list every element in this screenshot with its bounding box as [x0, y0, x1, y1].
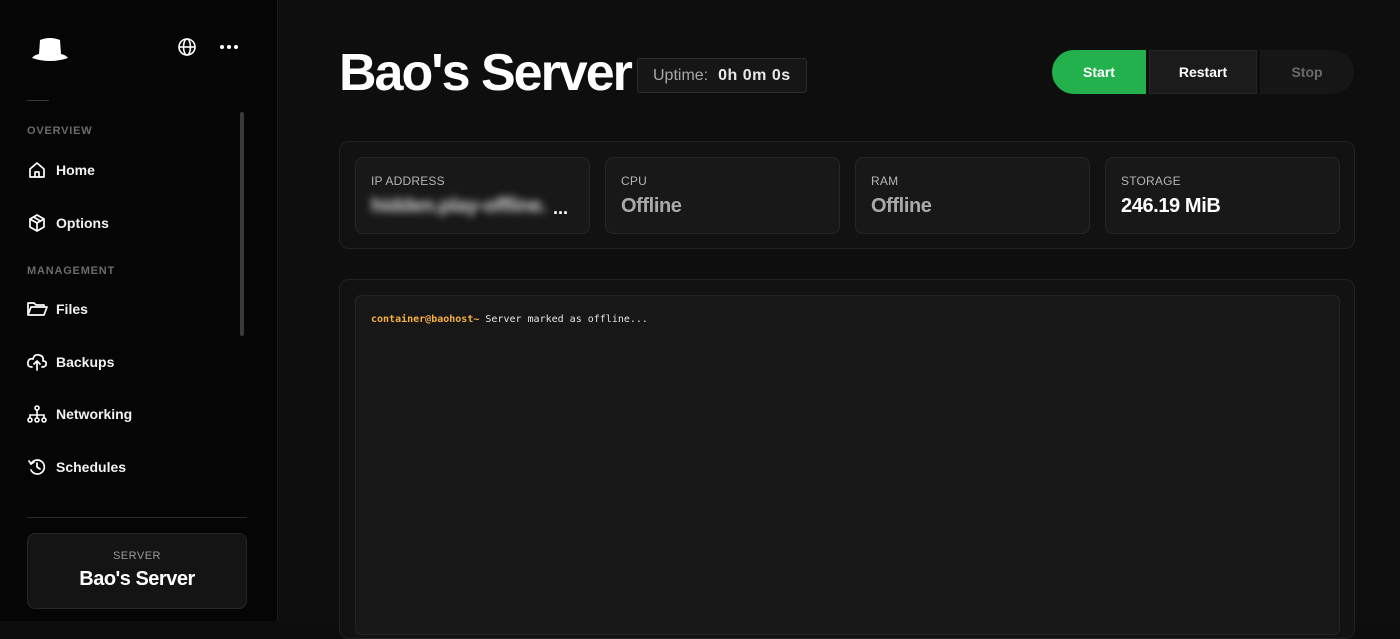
ellipsis: ... — [553, 198, 569, 218]
section-label-overview: OVERVIEW — [27, 125, 93, 137]
uptime-label: Uptime: — [653, 66, 709, 84]
stat-value: Offline — [621, 195, 682, 217]
clock-refresh-icon — [26, 456, 48, 478]
stat-value: 246.19 MiB — [1121, 195, 1221, 217]
power-controls: Start Restart Stop — [1052, 50, 1354, 94]
stat-label: RAM — [871, 174, 899, 188]
stat-label: CPU — [621, 174, 647, 188]
stat-label: IP ADDRESS — [371, 174, 445, 188]
network-icon — [26, 403, 48, 425]
sidebar-item-backups[interactable]: Backups — [26, 349, 226, 375]
globe-icon[interactable] — [176, 36, 198, 58]
sidebar-item-schedules[interactable]: Schedules — [26, 454, 226, 480]
stat-value-ip-redacted: hidden.play-offline.net:25565 — [371, 195, 546, 217]
sidebar-item-label: Networking — [56, 406, 133, 422]
section-label-management: MANAGEMENT — [27, 265, 116, 277]
sidebar: OVERVIEW Home Options MANAGEMENT Files B… — [0, 0, 278, 621]
divider — [27, 100, 49, 101]
uptime-value: 0h 0m 0s — [718, 66, 791, 84]
box-icon — [26, 212, 48, 234]
divider — [27, 517, 247, 518]
hat-icon[interactable] — [30, 34, 70, 64]
home-icon — [26, 159, 48, 181]
stat-value: Offline — [871, 195, 932, 217]
console-output[interactable]: container@baohost~ Server marked as offl… — [355, 295, 1340, 635]
server-card-label: SERVER — [112, 550, 162, 562]
console-panel: container@baohost~ Server marked as offl… — [339, 279, 1355, 639]
main-content: Bao's Server Uptime: 0h 0m 0s Start Rest… — [279, 0, 1400, 639]
folder-icon — [26, 298, 48, 320]
more-horizontal-icon[interactable] — [218, 36, 240, 58]
sidebar-scrollbar[interactable] — [240, 112, 244, 336]
sidebar-item-label: Backups — [56, 354, 115, 370]
sidebar-item-options[interactable]: Options — [26, 210, 226, 236]
page-title: Bao's Server — [339, 44, 633, 102]
stats-panel: IP ADDRESS hidden.play-offline.net:25565… — [339, 141, 1355, 249]
sidebar-item-label: Home — [56, 162, 95, 178]
sidebar-item-label: Files — [56, 301, 88, 317]
stat-card-cpu: CPU Offline — [605, 157, 840, 234]
console-prompt: container@baohost~ — [371, 314, 480, 325]
console-message: Server marked as offline... — [479, 314, 648, 325]
start-button[interactable]: Start — [1052, 50, 1146, 94]
stat-card-ip: IP ADDRESS hidden.play-offline.net:25565… — [355, 157, 590, 234]
uptime-badge: Uptime: 0h 0m 0s — [637, 58, 807, 93]
server-card-name: Bao's Server — [79, 568, 195, 590]
stat-card-ram: RAM Offline — [855, 157, 1090, 234]
sidebar-item-label: Schedules — [56, 459, 127, 475]
sidebar-item-label: Options — [56, 215, 109, 231]
stat-card-storage: STORAGE 246.19 MiB — [1105, 157, 1340, 234]
sidebar-item-home[interactable]: Home — [26, 157, 226, 183]
server-card[interactable]: SERVER Bao's Server — [27, 533, 247, 609]
restart-button[interactable]: Restart — [1149, 50, 1257, 94]
sidebar-item-files[interactable]: Files — [26, 296, 226, 322]
cloud-upload-icon — [26, 351, 48, 373]
sidebar-item-networking[interactable]: Networking — [26, 401, 226, 427]
stop-button[interactable]: Stop — [1260, 50, 1354, 94]
stat-label: STORAGE — [1121, 174, 1181, 188]
